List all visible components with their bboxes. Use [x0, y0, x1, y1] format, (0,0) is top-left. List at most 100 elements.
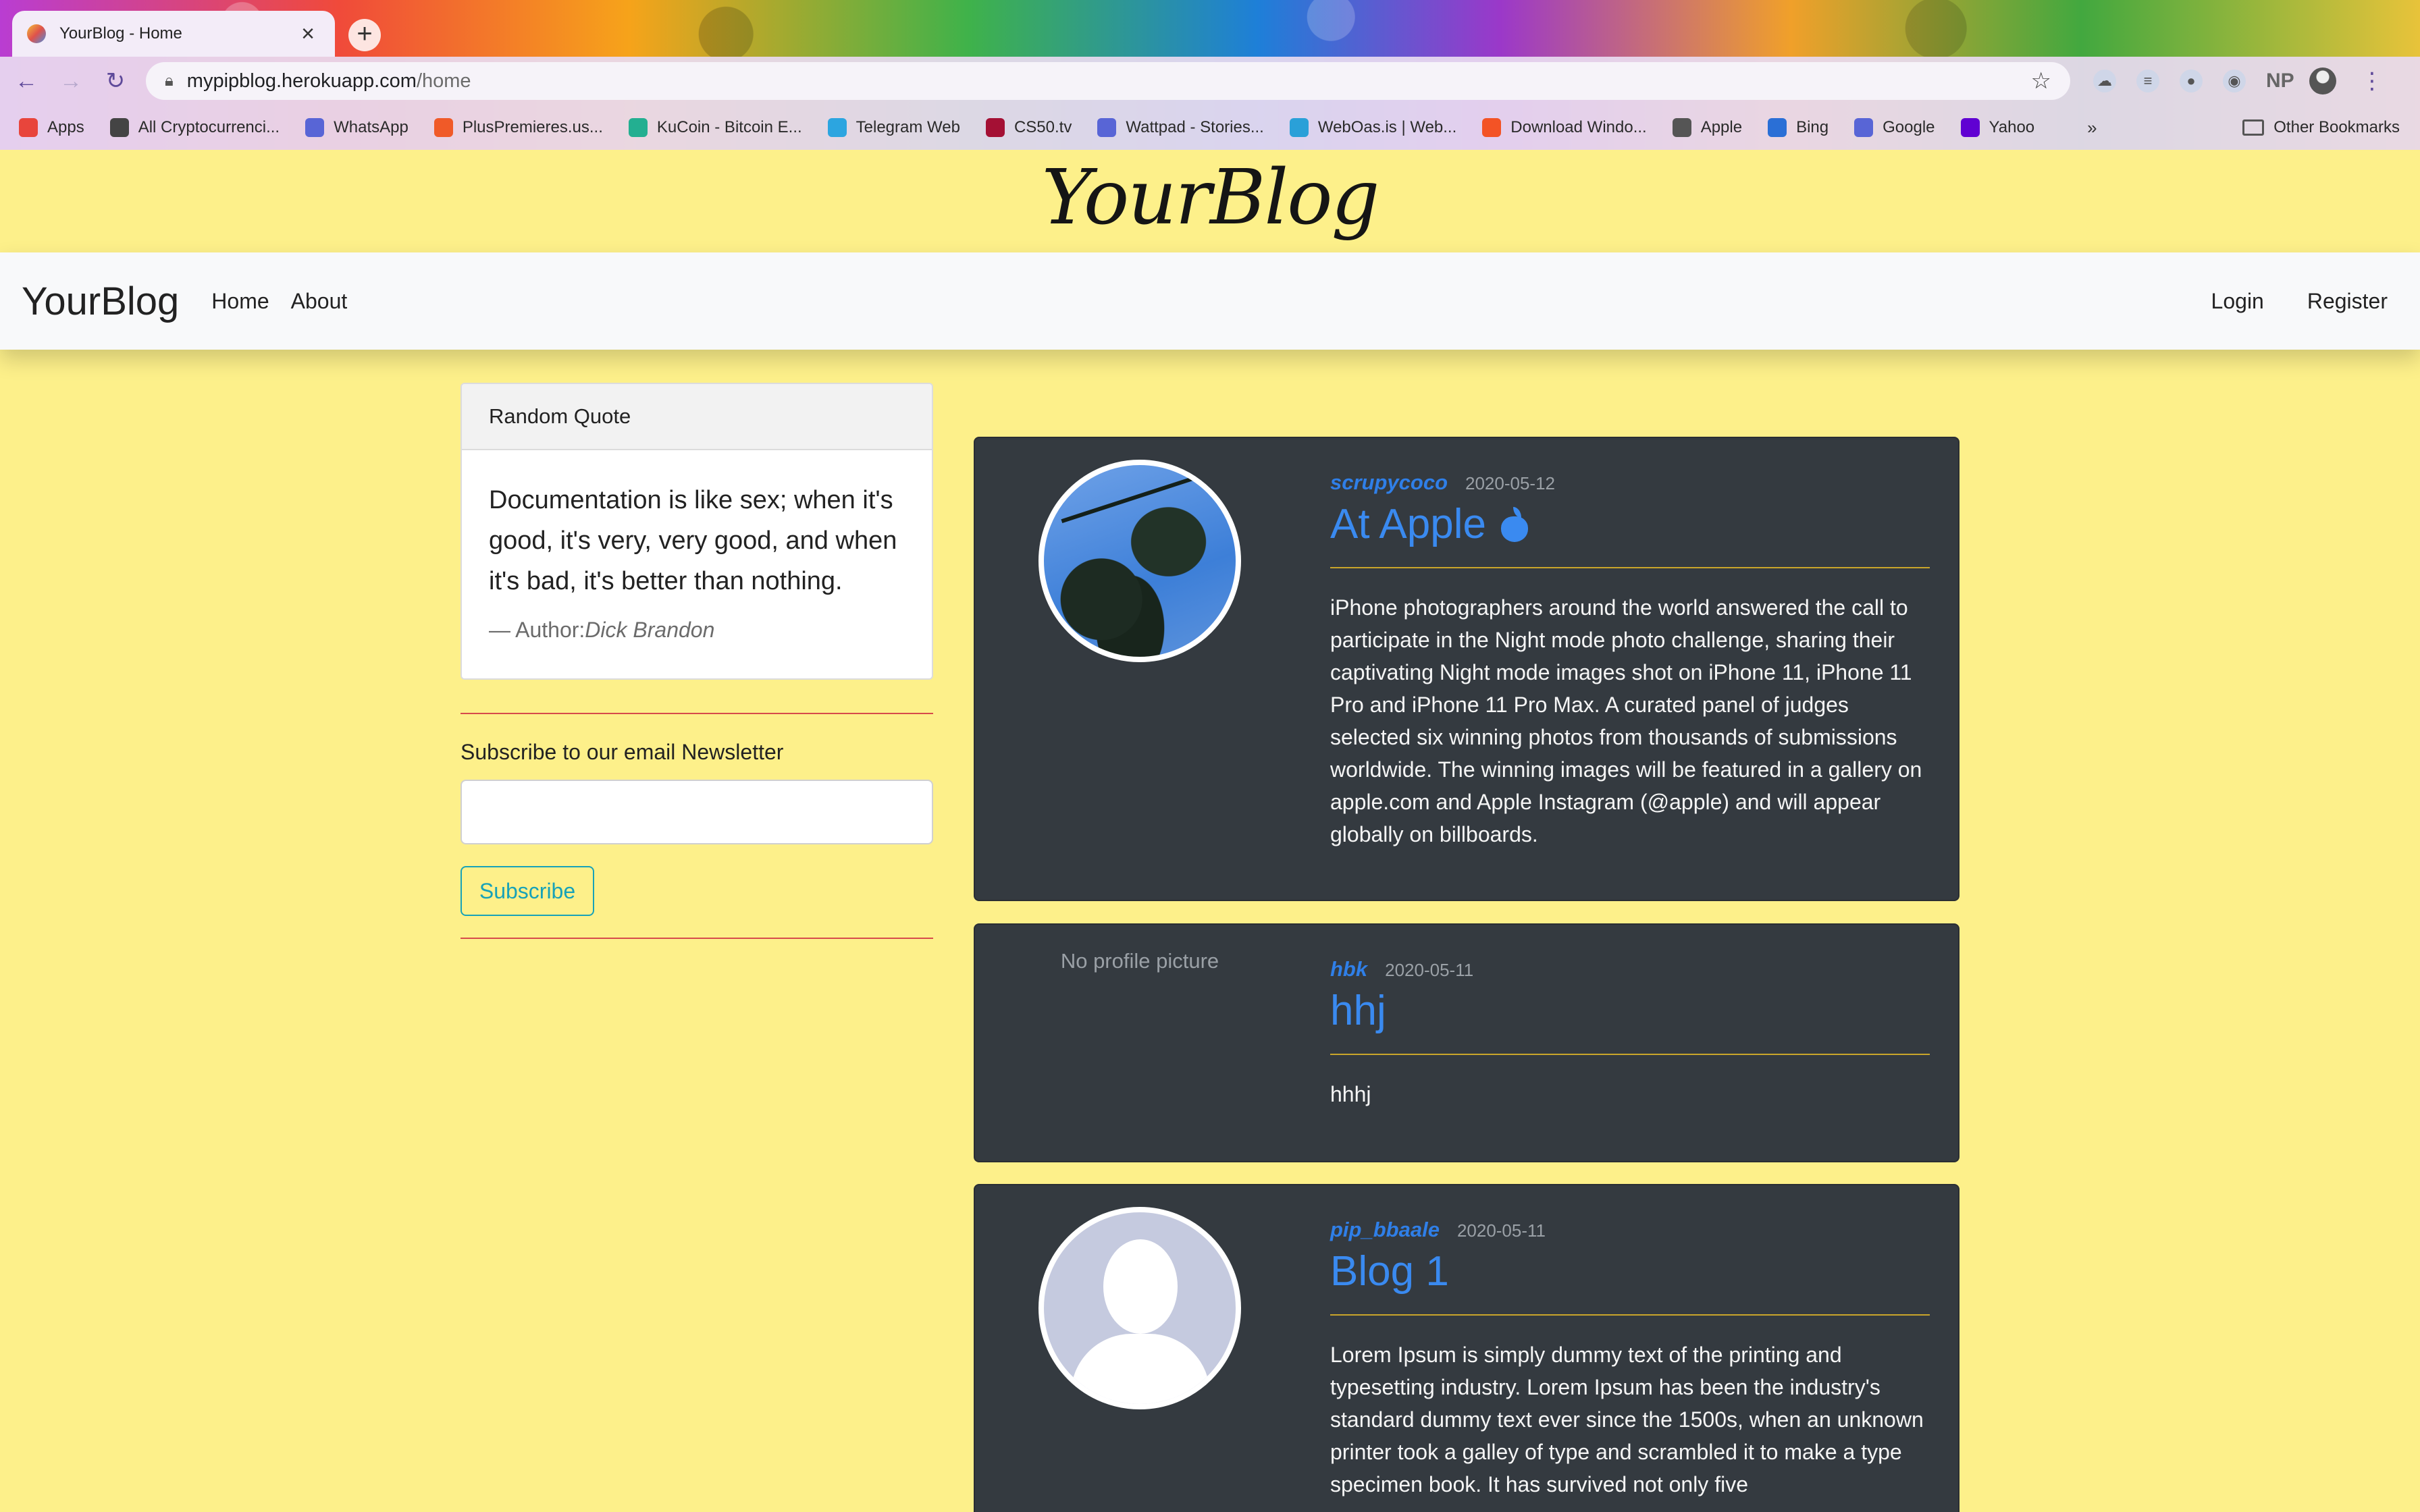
- browser-chrome: YourBlog - Home × + ← → ↻ 🔒︎ mypipblog.h…: [0, 0, 2420, 150]
- close-tab-icon[interactable]: ×: [296, 21, 320, 47]
- author-avatar[interactable]: [1038, 460, 1241, 662]
- bookmark-star-icon[interactable]: ☆: [2031, 68, 2051, 94]
- bookmark-label: All Cryptocurrenci...: [138, 118, 280, 136]
- no-profile-picture-text: No profile picture: [1060, 949, 1219, 973]
- quote-author-name: Dick Brandon: [585, 618, 715, 642]
- post-title-link[interactable]: At Apple: [1330, 500, 1930, 548]
- url-path: /home: [416, 70, 471, 92]
- bookmarks-overflow-chevron[interactable]: »: [2087, 117, 2097, 138]
- cloud-extension-icon[interactable]: ☁: [2093, 70, 2116, 92]
- post-body: hhhj: [1330, 1082, 1371, 1106]
- site-navbar: YourBlog Home About Login Register: [0, 252, 2420, 350]
- post-author-link[interactable]: pip_bbaale: [1330, 1218, 1440, 1242]
- bookmark-label: Yahoo: [1989, 118, 2035, 136]
- record-extension-icon[interactable]: ●: [2180, 70, 2203, 92]
- quote-author-line: — Author:Dick Brandon: [489, 618, 905, 643]
- newsletter-email-input[interactable]: [461, 780, 933, 844]
- bookmark-label: Apple: [1700, 118, 1743, 136]
- np-extension-icon[interactable]: NP: [2266, 70, 2294, 92]
- post-date: 2020-05-11: [1385, 960, 1474, 980]
- reload-icon[interactable]: ↻: [97, 63, 134, 99]
- profile-avatar-icon[interactable]: [2309, 68, 2336, 94]
- address-bar[interactable]: 🔒︎ mypipblog.herokuapp.com/home ☆: [146, 62, 2070, 100]
- lock-icon[interactable]: 🔒︎: [165, 72, 174, 90]
- bookmark-label: WebOas.is | Web...: [1317, 118, 1457, 136]
- bookmark-item[interactable]: All Cryptocurrenci...: [109, 118, 280, 137]
- quote-card-body: Documentation is like sex; when it's goo…: [462, 450, 932, 672]
- camera-extension-icon[interactable]: ◉: [2223, 70, 2246, 92]
- default-avatar-icon[interactable]: [1038, 1207, 1241, 1409]
- quote-card-header: Random Quote: [462, 384, 932, 450]
- browser-tab[interactable]: YourBlog - Home ×: [12, 11, 335, 57]
- post-title-link[interactable]: Blog 1: [1330, 1247, 1930, 1295]
- forward-arrow-icon[interactable]: →: [53, 63, 89, 99]
- post-divider: [1330, 1314, 1930, 1316]
- browser-menu-icon[interactable]: ⋮: [2361, 68, 2384, 94]
- bookmark-item[interactable]: Telegram Web: [827, 118, 960, 137]
- post-date: 2020-05-12: [1465, 473, 1556, 493]
- sidebar-divider-bottom: [461, 938, 933, 939]
- bookmark-favicon-icon: [1097, 118, 1117, 137]
- site-favicon-icon: [27, 24, 46, 43]
- bookmark-label: KuCoin - Bitcoin E...: [656, 118, 802, 136]
- script-logo: YourBlog: [1041, 154, 1380, 242]
- script-logo-banner: YourBlog: [0, 150, 2420, 252]
- bookmark-item[interactable]: Download Windo...: [1482, 118, 1647, 137]
- post-meta: pip_bbaale 2020-05-11: [1330, 1218, 1930, 1242]
- bookmark-item[interactable]: Wattpad - Stories...: [1097, 118, 1264, 137]
- random-quote-card: Random Quote Documentation is like sex; …: [461, 383, 933, 680]
- post-card: pip_bbaale 2020-05-11 Blog 1 Lorem Ipsum…: [974, 1184, 1959, 1512]
- post-meta: hbk 2020-05-11: [1330, 957, 1930, 981]
- bookmark-favicon-icon: [433, 118, 453, 137]
- bookmark-item[interactable]: Google: [1854, 118, 1935, 137]
- other-bookmarks[interactable]: Other Bookmarks: [2242, 118, 2400, 137]
- post-title-text: hhj: [1330, 988, 1386, 1034]
- bookmark-item[interactable]: Yahoo: [1960, 118, 2035, 137]
- apple-logo-icon: [1500, 506, 1529, 542]
- bookmark-item[interactable]: WhatsApp: [305, 118, 409, 137]
- navbar-brand[interactable]: YourBlog: [22, 279, 179, 324]
- bookmark-item[interactable]: WebOas.is | Web...: [1289, 118, 1457, 137]
- bookmark-favicon-icon: [1768, 118, 1787, 137]
- subscribe-button[interactable]: Subscribe: [461, 866, 594, 916]
- bookmark-label: PlusPremieres.us...: [462, 118, 603, 136]
- quote-text: Documentation is like sex; when it's goo…: [489, 486, 897, 595]
- bookmark-item[interactable]: KuCoin - Bitcoin E...: [628, 118, 802, 137]
- back-arrow-icon[interactable]: ←: [8, 63, 45, 99]
- post-card: No profile picture hbk 2020-05-11 hhj hh…: [974, 923, 1959, 1162]
- post-author-link[interactable]: hbk: [1330, 957, 1367, 981]
- bookmark-item[interactable]: PlusPremieres.us...: [433, 118, 603, 137]
- nav-home-link[interactable]: Home: [211, 289, 269, 314]
- other-bookmarks-label: Other Bookmarks: [2273, 118, 2400, 136]
- bookmark-item[interactable]: Bing: [1768, 118, 1829, 137]
- nav-login-link[interactable]: Login: [2211, 289, 2264, 314]
- bookmark-label: Wattpad - Stories...: [1126, 118, 1264, 136]
- bookmark-favicon-icon: [19, 118, 38, 137]
- bookmark-favicon-icon: [1854, 118, 1874, 137]
- nav-about-link[interactable]: About: [291, 289, 348, 314]
- bookmark-favicon-icon: [1482, 118, 1502, 137]
- post-body: iPhone photographers around the world an…: [1330, 595, 1922, 846]
- bookmark-item[interactable]: Apple: [1672, 118, 1743, 137]
- nav-register-link[interactable]: Register: [2307, 289, 2388, 314]
- new-tab-button[interactable]: +: [348, 19, 381, 51]
- bookmark-label: Telegram Web: [856, 118, 960, 136]
- post-date: 2020-05-11: [1456, 1220, 1546, 1241]
- tab-title: YourBlog - Home: [59, 24, 182, 43]
- nav-auth-links: Login Register: [2211, 289, 2388, 314]
- bookmark-favicon-icon: [985, 118, 1005, 137]
- url-host: mypipblog.herokuapp.com: [186, 70, 417, 92]
- bookmark-item[interactable]: Apps: [19, 118, 84, 137]
- bookmark-favicon-icon: [1672, 118, 1691, 137]
- bookmark-label: Apps: [47, 118, 84, 136]
- bookmark-item[interactable]: CS50.tv: [985, 118, 1072, 137]
- bookmark-label: WhatsApp: [334, 118, 409, 136]
- post-content: hbk 2020-05-11 hhj hhhj: [1330, 957, 1930, 1110]
- post-content: scrupycoco 2020-05-12 At Apple iPhone ph…: [1330, 470, 1930, 850]
- post-divider: [1330, 1054, 1930, 1055]
- post-title-link[interactable]: hhj: [1330, 987, 1930, 1035]
- bookmark-favicon-icon: [628, 118, 648, 137]
- post-author-link[interactable]: scrupycoco: [1330, 470, 1448, 495]
- quote-author-prefix: — Author:: [489, 618, 585, 642]
- stack-extension-icon[interactable]: ≡: [2136, 70, 2159, 92]
